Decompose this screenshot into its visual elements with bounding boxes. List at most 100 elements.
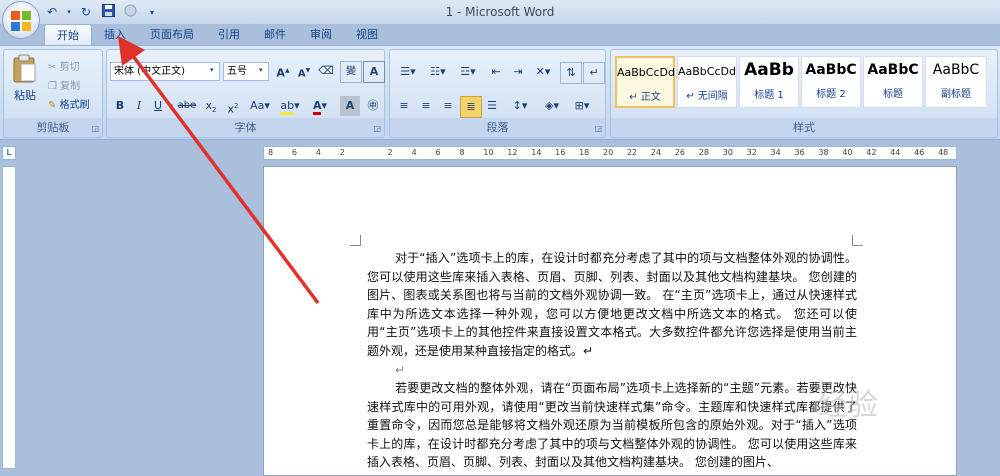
customize-icon[interactable]: ▾ xyxy=(144,8,160,17)
horizontal-ruler[interactable]: 8 6 4 2 2 4 6 8 10 12 14 16 18 20 22 24 26 28 30 32 34 36 38 40… xyxy=(263,146,957,160)
ruler-number: 6 xyxy=(435,148,441,157)
decrease-indent-icon[interactable]: ⇤ xyxy=(486,62,506,82)
scissors-icon: ✂ xyxy=(48,62,57,73)
align-right-icon[interactable]: ≡ xyxy=(438,96,458,116)
align-left-icon[interactable]: ≡ xyxy=(394,96,414,116)
document-page[interactable]: 对于“插入”选项卡上的库，在设计时都充分考虑了其中的项与文档整体外观的协调性。您… xyxy=(263,166,957,476)
style-name: 标题 1 xyxy=(754,90,784,101)
style-heading-2[interactable]: AaBbC 标题 2 xyxy=(801,56,861,108)
copy-icon: ❐ xyxy=(48,81,57,92)
font-name-dropdown-icon[interactable]: ▾ xyxy=(210,66,214,74)
document-paragraph[interactable]: 对于“插入”选项卡上的库，在设计时都充分考虑了其中的项与文档整体外观的协调性。您… xyxy=(367,249,857,360)
tab-page-layout[interactable]: 页面布局 xyxy=(138,24,206,46)
phonetic-guide-icon[interactable]: 變 xyxy=(340,61,362,83)
format-painter-button[interactable]: ✎ 格式刷 xyxy=(48,96,90,111)
office-button[interactable] xyxy=(2,1,40,39)
ruler-number: 22 xyxy=(626,148,638,157)
tab-view[interactable]: 视图 xyxy=(344,24,390,46)
ruler-number: 44 xyxy=(890,148,901,157)
borders-icon[interactable]: ⊞▾ xyxy=(568,96,596,116)
tab-insert[interactable]: 插入 xyxy=(92,24,138,46)
ruler-number: 36 xyxy=(794,148,805,157)
styles-group-label: 样式 xyxy=(793,121,815,134)
distributed-icon[interactable]: ☰ xyxy=(482,96,502,116)
empty-paragraph-mark[interactable]: ↵ xyxy=(367,361,857,380)
ruler-number: 32 xyxy=(746,148,757,157)
undo-icon[interactable]: ↶ xyxy=(44,5,60,19)
numbering-icon[interactable]: ☷▾ xyxy=(424,62,452,82)
office-logo-icon xyxy=(11,11,31,31)
undo-dropdown-icon[interactable]: ▾ xyxy=(66,8,72,16)
style-preview: AaBbCcDd xyxy=(617,66,675,79)
clipboard-launcher-icon[interactable]: ◲ xyxy=(91,124,99,133)
style-subtitle[interactable]: AaBbC 副标题 xyxy=(925,56,987,108)
char-shading-icon[interactable]: A xyxy=(340,96,360,116)
font-group-label: 字体 xyxy=(234,121,257,134)
justify-icon[interactable]: ≣ xyxy=(460,96,482,118)
font-color-icon[interactable]: A▾ xyxy=(307,96,333,116)
print-preview-icon[interactable] xyxy=(122,4,138,20)
style-no-spacing[interactable]: AaBbCcDd ↵ 无间隔 xyxy=(677,56,737,108)
vertical-ruler[interactable] xyxy=(2,166,16,469)
change-case-icon[interactable]: Aa▾ xyxy=(247,96,273,116)
chinese-layout-icon[interactable]: ✕▾ xyxy=(530,62,556,82)
sort-icon[interactable]: ⇅ xyxy=(560,62,582,84)
paste-label: 粘贴 xyxy=(14,89,36,102)
style-name: ↵ 无间隔 xyxy=(686,91,728,102)
bold-icon[interactable]: B xyxy=(110,96,130,116)
tab-selector-icon[interactable]: L xyxy=(2,146,16,160)
format-painter-label: 格式刷 xyxy=(59,100,90,111)
cut-button[interactable]: ✂ 剪切 xyxy=(48,58,80,73)
enclose-char-icon[interactable]: ㊥ xyxy=(363,96,383,116)
font-name-select[interactable]: 宋体 (中文正文) xyxy=(110,62,220,81)
show-marks-icon[interactable]: ↵ xyxy=(583,62,605,84)
paragraph-launcher-icon[interactable]: ◲ xyxy=(594,124,602,133)
clear-format-icon[interactable]: ⌫ xyxy=(316,61,336,81)
clipboard-group: 粘贴 ✂ 剪切 ❐ 复制 ✎ 格式刷 剪贴板 ◲ xyxy=(3,49,103,138)
strikethrough-icon[interactable]: abe xyxy=(177,96,197,116)
highlight-icon[interactable]: ab▾ xyxy=(277,96,303,116)
margin-corner-mark xyxy=(852,235,863,246)
font-group: 宋体 (中文正文) ▾ 五号 ▾ A▲ A▼ ⌫ 變 A B I U ▾ abe… xyxy=(106,49,385,138)
cut-label: 剪切 xyxy=(59,62,80,73)
italic-icon[interactable]: I xyxy=(129,96,149,116)
line-spacing-icon[interactable]: ↕▾ xyxy=(506,96,534,116)
styles-group: AaBbCcDd ↵ 正文 AaBbCcDd ↵ 无间隔 AaBb 标题 1 A… xyxy=(610,49,998,138)
style-heading-1[interactable]: AaBb 标题 1 xyxy=(739,56,799,108)
subscript-icon[interactable]: x2 xyxy=(201,96,221,116)
ruler-number: 38 xyxy=(818,148,829,157)
style-title[interactable]: AaBbC 标题 xyxy=(863,56,923,108)
shading-icon[interactable]: ◈▾ xyxy=(538,96,566,116)
style-preview: AaBbC xyxy=(805,62,857,78)
char-border-icon[interactable]: A xyxy=(363,61,385,83)
copy-button[interactable]: ❐ 复制 xyxy=(48,77,80,92)
paragraph-group: ☰▾ ☷▾ ☲▾ ⇤ ⇥ ✕▾ ⇅ ↵ ≡ ≡ ≡ ≣ ☰ ↕▾ ◈▾ ⊞▾ 段… xyxy=(389,49,606,138)
redo-icon[interactable]: ↻ xyxy=(78,5,94,19)
ruler-number: 16 xyxy=(555,148,566,157)
paste-button[interactable]: 粘贴 xyxy=(8,54,42,114)
superscript-icon[interactable]: x2 xyxy=(223,96,243,116)
style-name: 标题 xyxy=(883,89,903,100)
bullets-icon[interactable]: ☰▾ xyxy=(394,62,422,82)
style-name: 标题 2 xyxy=(816,89,846,100)
save-icon[interactable] xyxy=(100,4,116,20)
increase-indent-icon[interactable]: ⇥ xyxy=(508,62,528,82)
ruler-number: 2 xyxy=(339,148,345,157)
align-center-icon[interactable]: ≡ xyxy=(416,96,436,116)
multilevel-list-icon[interactable]: ☲▾ xyxy=(454,62,482,82)
quick-access-toolbar: ↶ ▾ ↻ ▾ xyxy=(44,3,160,21)
ruler-number: 28 xyxy=(698,148,709,157)
margin-corner-mark xyxy=(350,235,361,246)
document-paragraph[interactable]: 若要更改文档的整体外观，请在“页面布局”选项卡上选择新的“主题”元素。若要更改快… xyxy=(367,379,857,472)
tab-references[interactable]: 引用 xyxy=(206,24,252,46)
tab-review[interactable]: 审阅 xyxy=(298,24,344,46)
grow-font-icon[interactable]: A▲ xyxy=(273,61,293,81)
tab-mailings[interactable]: 邮件 xyxy=(252,24,298,46)
style-normal[interactable]: AaBbCcDd ↵ 正文 xyxy=(615,56,675,108)
font-launcher-icon[interactable]: ◲ xyxy=(373,124,381,133)
ribbon: 粘贴 ✂ 剪切 ❐ 复制 ✎ 格式刷 剪贴板 ◲ 宋体 (中文正文) ▾ 五号 … xyxy=(0,45,1000,140)
tab-home[interactable]: 开始 xyxy=(44,24,92,47)
shrink-font-icon[interactable]: A▼ xyxy=(294,61,314,81)
font-size-dropdown-icon[interactable]: ▾ xyxy=(259,66,263,74)
ruler-number: 18 xyxy=(579,148,590,157)
